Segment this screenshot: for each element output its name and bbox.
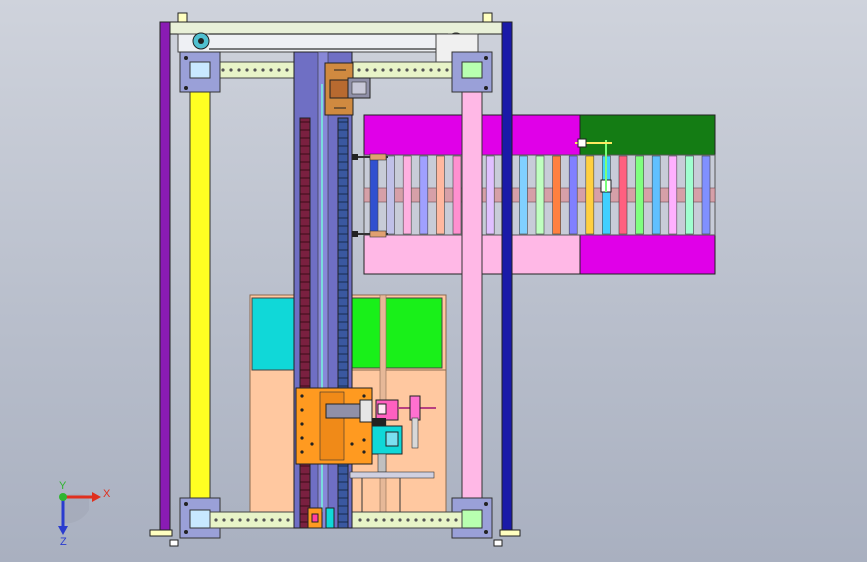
beam-hole bbox=[269, 68, 273, 72]
cad-viewport[interactable]: X Y Z bbox=[0, 0, 867, 562]
beam-hole bbox=[285, 68, 289, 72]
beam-hole bbox=[214, 518, 218, 522]
beam-hole bbox=[437, 68, 441, 72]
magazine-rod bbox=[386, 155, 395, 235]
beam-hole bbox=[278, 518, 282, 522]
magazine-bottom-magenta bbox=[579, 234, 716, 275]
beam-hole bbox=[254, 518, 258, 522]
magazine-rods bbox=[369, 155, 711, 235]
beam-hole bbox=[262, 518, 266, 522]
magazine-rod bbox=[485, 155, 495, 235]
rack-left bbox=[299, 117, 311, 529]
beam-hole bbox=[365, 68, 369, 72]
carriage-hole bbox=[362, 438, 366, 442]
magazine-rod bbox=[568, 155, 578, 235]
beam-hole bbox=[358, 518, 362, 522]
magazine-rod bbox=[635, 155, 644, 235]
slider-block bbox=[409, 395, 421, 421]
magazine-rod bbox=[535, 155, 545, 235]
beam-hole bbox=[286, 518, 290, 522]
frame-right-post bbox=[501, 21, 513, 537]
magazine-rod bbox=[552, 155, 561, 235]
beam-hole bbox=[261, 68, 265, 72]
orientation-triad[interactable]: X Y Z bbox=[58, 480, 111, 548]
beam-hole bbox=[222, 518, 226, 522]
magazine-rod bbox=[668, 155, 678, 235]
beam-hole bbox=[229, 68, 233, 72]
beam-hole bbox=[253, 68, 257, 72]
cyan-panel bbox=[251, 297, 301, 371]
magazine-top-green bbox=[579, 114, 716, 156]
beam-hole bbox=[221, 68, 225, 72]
magazine-rod bbox=[419, 155, 429, 235]
beam-hole bbox=[438, 518, 442, 522]
carriage-hole bbox=[362, 450, 366, 454]
beam-hole bbox=[374, 518, 378, 522]
carriage-hole bbox=[300, 408, 304, 412]
magazine-rod bbox=[436, 155, 445, 235]
carriage-hole bbox=[362, 394, 366, 398]
beam-hole bbox=[245, 68, 249, 72]
beam-hole bbox=[237, 68, 241, 72]
magazine-rod bbox=[701, 155, 711, 235]
right-pink-beam bbox=[461, 77, 483, 511]
carriage-hole bbox=[300, 394, 304, 398]
carriage-hole bbox=[300, 422, 304, 426]
beam-hole bbox=[390, 518, 394, 522]
magazine-rod bbox=[402, 155, 412, 235]
beam-hole bbox=[446, 518, 450, 522]
beam-hole bbox=[429, 68, 433, 72]
carriage-hole bbox=[300, 436, 304, 440]
beam-hole bbox=[270, 518, 274, 522]
beam-hole bbox=[277, 68, 281, 72]
magazine-rod bbox=[685, 155, 694, 235]
magazine-rod bbox=[618, 155, 628, 235]
rack-right bbox=[337, 117, 349, 529]
y-axis-arrow bbox=[59, 493, 67, 501]
magazine-rod bbox=[585, 155, 595, 235]
carriage-hole bbox=[350, 442, 354, 446]
beam-hole bbox=[381, 68, 385, 72]
beam-hole bbox=[405, 68, 409, 72]
carriage-motor bbox=[325, 403, 361, 419]
carriage-hole bbox=[300, 450, 304, 454]
beam-hole bbox=[422, 518, 426, 522]
beam-hole bbox=[246, 518, 250, 522]
carriage-hole bbox=[310, 442, 314, 446]
frame-left-post bbox=[159, 21, 171, 537]
magazine-rod bbox=[519, 155, 528, 235]
beam-hole bbox=[357, 68, 361, 72]
beam-hole bbox=[373, 68, 377, 72]
beam-hole bbox=[230, 518, 234, 522]
top-rail bbox=[169, 21, 503, 35]
magazine-rod bbox=[651, 155, 661, 235]
y-axis-label: Y bbox=[59, 480, 67, 492]
beam-hole bbox=[238, 518, 242, 522]
magazine-rod bbox=[452, 155, 462, 235]
assembly-drawing[interactable]: X Y Z bbox=[0, 0, 867, 562]
green-panel bbox=[351, 297, 443, 369]
beam-hole bbox=[389, 68, 393, 72]
beam-hole bbox=[414, 518, 418, 522]
z-axis-label: Z bbox=[60, 536, 67, 548]
beam-hole bbox=[366, 518, 370, 522]
beam-hole bbox=[397, 68, 401, 72]
beam-hole bbox=[430, 518, 434, 522]
beam-hole bbox=[398, 518, 402, 522]
beam-hole bbox=[445, 68, 449, 72]
x-axis-label: X bbox=[103, 488, 111, 500]
beam-hole bbox=[454, 518, 458, 522]
beam-hole bbox=[406, 518, 410, 522]
beam-hole bbox=[421, 68, 425, 72]
beam-hole bbox=[382, 518, 386, 522]
left-yellow-beam bbox=[189, 77, 211, 511]
magazine-rod bbox=[369, 155, 379, 235]
beam-hole bbox=[413, 68, 417, 72]
